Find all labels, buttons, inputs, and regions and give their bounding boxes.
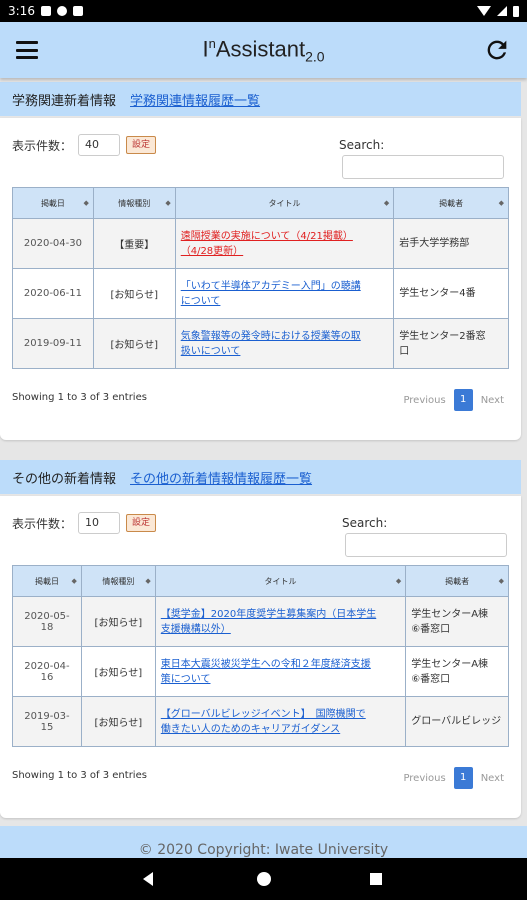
entries-info: Showing 1 to 3 of 3 entries — [12, 770, 147, 781]
other-news-table: 掲載日 ◆ 情報種別 ◆ タイトル ◆ 掲載者 ◆ 2020-05-18 [お知らせ] … — [12, 565, 509, 747]
column-header-date[interactable]: 掲載日 ◆ — [12, 187, 94, 219]
search-input[interactable] — [345, 533, 507, 557]
table-row: 2020-06-11 [お知らせ] 「いわて半導体アカデミー入門」の聴講 について… — [12, 268, 509, 319]
row-type: [お知らせ] — [80, 696, 156, 747]
row-title-link[interactable]: 「いわて半導体アカデミー入門」の聴講 について — [181, 281, 361, 307]
sim-notification-icon — [72, 6, 83, 16]
table-row: 2020-05-18 [お知らせ] 【奨学金】2020年度奨学生募集案内（日本学… — [12, 596, 509, 647]
sort-icon: ◆ — [383, 199, 390, 207]
row-poster: 学生センターA棟 ⑥番窓口 — [405, 596, 509, 647]
pagination: Previous 1 Next — [403, 389, 504, 411]
column-header-poster[interactable]: 掲載者 ◆ — [393, 187, 509, 219]
main-content: 学務関連新着情報 学務関連情報履歴一覧 表示件数： 40 設定 Search: … — [0, 80, 527, 858]
page-length-control: 表示件数： 10 設定 — [12, 512, 157, 534]
row-date: 2019-09-11 — [12, 318, 94, 369]
page-1-button[interactable]: 1 — [453, 767, 473, 789]
page-length-control: 表示件数： 40 設定 — [12, 134, 157, 156]
navigation-bar — [0, 858, 527, 900]
settings-notification-icon — [40, 6, 51, 16]
sort-icon: ◆ — [83, 199, 89, 207]
refresh-icon[interactable] — [483, 36, 511, 64]
row-date: 2020-05-18 — [12, 596, 82, 647]
app-bar: InAssistant2.0 — [0, 22, 527, 78]
row-title-link[interactable]: 【グローバルビレッジイベント】 国際機関で 働きたい人のためのキャリアガイダンス — [161, 709, 366, 735]
page-1-button[interactable]: 1 — [453, 389, 473, 411]
other-history-link[interactable]: その他の新着情報情報履歴一覧 — [130, 468, 312, 487]
previous-button[interactable]: Previous — [403, 773, 445, 784]
signal-icon — [497, 6, 507, 16]
row-type: [お知らせ] — [80, 596, 156, 647]
academic-history-link[interactable]: 学務関連情報履歴一覧 — [130, 90, 260, 109]
footer: © 2020 Copyright: Iwate University — [0, 826, 527, 858]
row-date: 2019-03-15 — [12, 696, 82, 747]
row-type: [お知らせ] — [92, 318, 176, 369]
app-notification-icon — [56, 6, 67, 16]
sort-icon: ◆ — [395, 577, 402, 585]
row-poster: グローバルビレッジ — [405, 696, 509, 747]
per-page-label: 表示件数： — [12, 516, 73, 531]
column-header-title[interactable]: タイトル ◆ — [174, 187, 395, 219]
sort-icon: ◆ — [145, 577, 151, 585]
table-row: 2020-04-30 【重要】 遠隔授業の実施について（4/21掲載） （4/28… — [12, 218, 509, 269]
column-header-title[interactable]: タイトル ◆ — [154, 565, 407, 597]
section-header-academic: 学務関連新着情報 学務関連情報履歴一覧 — [0, 82, 521, 116]
per-page-label: 表示件数： — [12, 138, 73, 153]
app-title: InAssistant2.0 — [202, 36, 325, 65]
sort-icon: ◆ — [71, 577, 77, 585]
next-button[interactable]: Next — [481, 395, 504, 406]
copyright-text: © 2020 Copyright: Iwate University — [138, 842, 389, 858]
section-title: その他の新着情報 — [12, 471, 117, 487]
row-poster: 学生センターA棟 ⑥番窓口 — [405, 646, 509, 697]
entries-info: Showing 1 to 3 of 3 entries — [12, 392, 147, 403]
section-title: 学務関連新着情報 — [12, 93, 117, 109]
row-type: [お知らせ] — [92, 268, 176, 319]
search-input[interactable] — [342, 155, 504, 179]
row-title-link[interactable]: 遠隔授業の実施について（4/21掲載） （4/28更新） — [181, 231, 353, 257]
table-row: 2019-03-15 [お知らせ] 【グローバルビレッジイベント】 国際機関で働… — [12, 696, 509, 747]
row-title-link[interactable]: 気象警報等の発令時における授業等の取 扱いについて — [181, 331, 361, 357]
set-button[interactable]: 設定 — [126, 136, 157, 154]
sort-icon: ◆ — [498, 577, 504, 585]
pagination: Previous 1 Next — [403, 767, 504, 789]
row-title-link[interactable]: 【奨学金】2020年度奨学生募集案内（日本学生 支援機構以外） — [161, 609, 376, 635]
row-poster: 学生センター2番窓口 — [393, 318, 509, 369]
row-date: 2020-04-30 — [12, 218, 94, 269]
column-header-date[interactable]: 掲載日 ◆ — [12, 565, 82, 597]
status-time: 3:16 — [8, 4, 35, 18]
other-news-card: 表示件数： 10 設定 Search: 掲載日 ◆ 情報種別 ◆ タイトル ◆ 掲載者… — [0, 496, 521, 818]
column-header-type[interactable]: 情報種別 ◆ — [92, 187, 176, 219]
search-label: Search: — [339, 138, 385, 152]
recent-apps-icon[interactable] — [370, 873, 382, 885]
academic-news-table: 掲載日 ◆ 情報種別 ◆ タイトル ◆ 掲載者 ◆ 2020-04-30 【重要】 遠隔… — [12, 187, 509, 369]
set-button[interactable]: 設定 — [126, 514, 157, 532]
row-date: 2020-06-11 — [12, 268, 94, 319]
row-type: 【重要】 — [92, 218, 176, 269]
sort-icon: ◆ — [165, 199, 171, 207]
back-icon[interactable] — [143, 872, 153, 886]
status-bar: 3:16 — [0, 0, 527, 22]
battery-icon — [513, 5, 519, 17]
section-header-other: その他の新着情報 その他の新着情報情報履歴一覧 — [0, 460, 521, 494]
search-label: Search: — [342, 516, 388, 530]
column-header-type[interactable]: 情報種別 ◆ — [80, 565, 156, 597]
per-page-input[interactable]: 10 — [78, 512, 121, 534]
academic-news-card: 表示件数： 40 設定 Search: 掲載日 ◆ 情報種別 ◆ タイトル ◆ 掲載者… — [0, 118, 521, 440]
row-poster: 岩手大学学務部 — [393, 218, 509, 269]
row-poster: 学生センター4番 — [393, 268, 509, 319]
previous-button[interactable]: Previous — [403, 395, 445, 406]
column-header-poster[interactable]: 掲載者 ◆ — [405, 565, 509, 597]
table-row: 2019-09-11 [お知らせ] 気象警報等の発令時における授業等の取 扱いにつ… — [12, 318, 509, 369]
table-row: 2020-04-16 [お知らせ] 東日本大震災被災学生への令和２年度経済支援策… — [12, 646, 509, 697]
sort-icon: ◆ — [498, 199, 504, 207]
per-page-input[interactable]: 40 — [78, 134, 121, 156]
row-date: 2020-04-16 — [12, 646, 82, 697]
home-icon[interactable] — [257, 872, 271, 886]
wifi-icon — [477, 6, 491, 16]
row-type: [お知らせ] — [80, 646, 156, 697]
next-button[interactable]: Next — [481, 773, 504, 784]
row-title-link[interactable]: 東日本大震災被災学生への令和２年度経済支援 策について — [161, 659, 371, 685]
